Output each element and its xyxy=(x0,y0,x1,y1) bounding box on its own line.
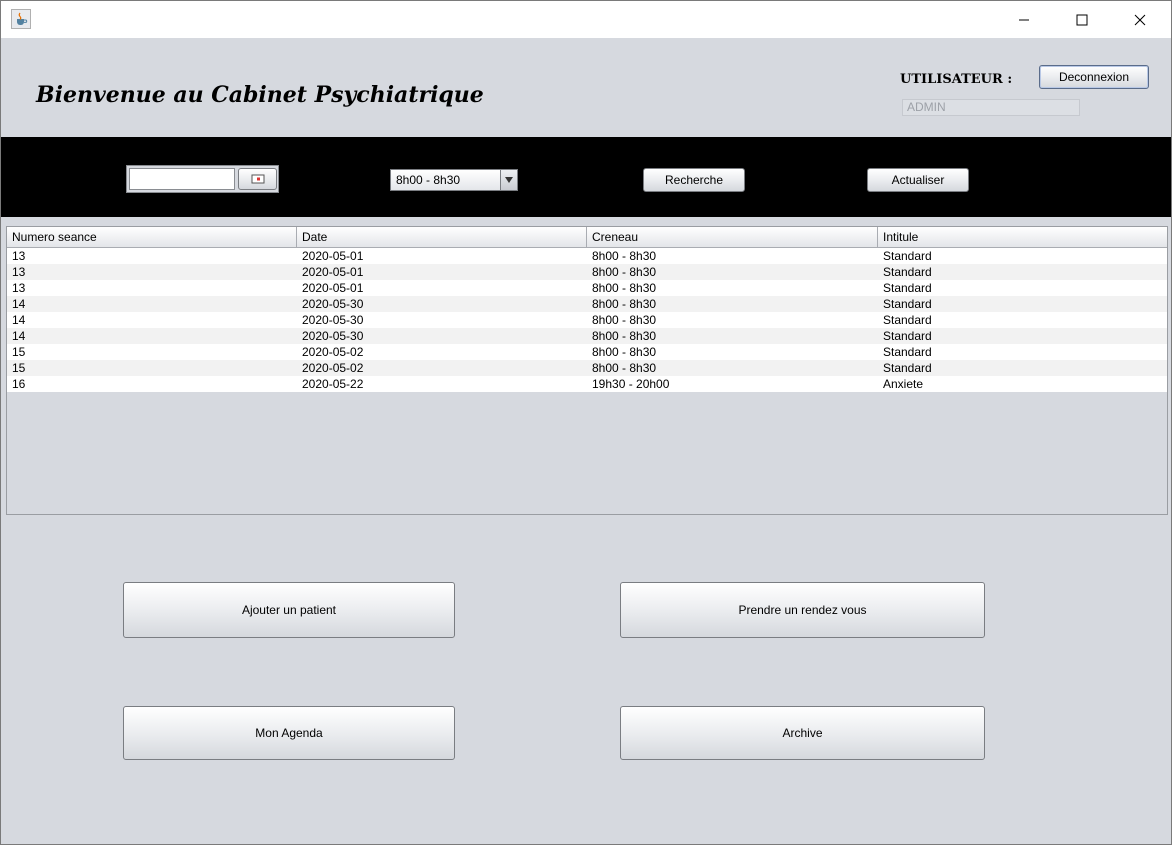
maximize-icon xyxy=(1076,14,1088,25)
date-input[interactable] xyxy=(129,168,235,190)
logout-button[interactable]: Deconnexion xyxy=(1039,65,1149,89)
refresh-button[interactable]: Actualiser xyxy=(867,168,969,192)
table-cell: 2020-05-01 xyxy=(302,249,364,263)
table-cell: Standard xyxy=(883,345,932,359)
table-cell: 16 xyxy=(12,377,26,391)
time-slot-select[interactable]: 8h00 - 8h30 xyxy=(390,169,518,191)
table-cell: 2020-05-30 xyxy=(302,313,364,327)
table-cell: Anxiete xyxy=(883,377,924,391)
sessions-table[interactable]: Numero seance Date Creneau Intitule 13 2… xyxy=(6,226,1168,515)
table-cell: 2020-05-01 xyxy=(302,281,364,295)
appointment-button[interactable]: Prendre un rendez vous xyxy=(620,582,985,638)
title-bar xyxy=(1,1,1171,38)
table-cell: 15 xyxy=(12,345,26,359)
table-cell: Standard xyxy=(883,249,932,263)
minimize-button[interactable] xyxy=(995,1,1053,38)
table-cell: 8h00 - 8h30 xyxy=(592,265,657,279)
table-cell: 8h00 - 8h30 xyxy=(592,361,657,375)
calendar-icon xyxy=(251,174,264,184)
date-picker xyxy=(126,165,279,193)
table-cell: 2020-05-02 xyxy=(302,361,364,375)
table-cell: Standard xyxy=(883,281,932,295)
agenda-button[interactable]: Mon Agenda xyxy=(123,706,455,760)
table-cell: Standard xyxy=(883,329,932,343)
table-cell: 8h00 - 8h30 xyxy=(592,345,657,359)
column-header[interactable]: Numero seance xyxy=(7,227,297,248)
search-button[interactable]: Recherche xyxy=(643,168,745,192)
table-row[interactable]: 13 2020-05-01 8h00 - 8h30 Standard xyxy=(7,280,1167,296)
time-slot-value: 8h00 - 8h30 xyxy=(396,173,461,187)
table-cell: 15 xyxy=(12,361,26,375)
close-icon xyxy=(1134,14,1146,25)
table-cell: 13 xyxy=(12,281,26,295)
user-field: ADMIN xyxy=(902,99,1080,116)
column-header[interactable]: Intitule xyxy=(878,227,1167,248)
table-cell: Standard xyxy=(883,297,932,311)
table-cell: Standard xyxy=(883,265,932,279)
maximize-button[interactable] xyxy=(1053,1,1111,38)
table-cell: 19h30 - 20h00 xyxy=(592,377,670,391)
archive-button[interactable]: Archive xyxy=(620,706,985,760)
table-row[interactable]: 15 2020-05-02 8h00 - 8h30 Standard xyxy=(7,344,1167,360)
table-row[interactable]: 15 2020-05-02 8h00 - 8h30 Standard xyxy=(7,360,1167,376)
user-label: UTILISATEUR : xyxy=(900,72,1013,87)
table-cell: 8h00 - 8h30 xyxy=(592,313,657,327)
minimize-icon xyxy=(1019,19,1029,20)
table-row[interactable]: 14 2020-05-30 8h00 - 8h30 Standard xyxy=(7,328,1167,344)
search-toolbar: 8h00 - 8h30 Recherche Actualiser xyxy=(1,137,1171,217)
main-window: Bienvenue au Cabinet Psychiatrique UTILI… xyxy=(0,0,1172,845)
add-patient-button[interactable]: Ajouter un patient xyxy=(123,582,455,638)
close-button[interactable] xyxy=(1111,1,1169,38)
table-cell: 2020-05-30 xyxy=(302,329,364,343)
header: Bienvenue au Cabinet Psychiatrique UTILI… xyxy=(1,38,1171,137)
table-cell: 13 xyxy=(12,265,26,279)
table-cell: 2020-05-02 xyxy=(302,345,364,359)
table-cell: Standard xyxy=(883,313,932,327)
table-row[interactable]: 14 2020-05-30 8h00 - 8h30 Standard xyxy=(7,312,1167,328)
column-header[interactable]: Date xyxy=(297,227,587,248)
date-picker-button[interactable] xyxy=(238,168,277,190)
table-cell: Standard xyxy=(883,361,932,375)
column-header[interactable]: Creneau xyxy=(587,227,878,248)
table-row[interactable]: 13 2020-05-01 8h00 - 8h30 Standard xyxy=(7,248,1167,264)
java-cup-icon[interactable] xyxy=(11,9,31,29)
table-row[interactable]: 16 2020-05-22 19h30 - 20h00 Anxiete xyxy=(7,376,1167,392)
table-row[interactable]: 13 2020-05-01 8h00 - 8h30 Standard xyxy=(7,264,1167,280)
table-cell: 13 xyxy=(12,249,26,263)
table-header: Numero seance Date Creneau Intitule xyxy=(7,227,1167,248)
table-cell: 2020-05-22 xyxy=(302,377,364,391)
table-body: 13 2020-05-01 8h00 - 8h30 Standard 13 20… xyxy=(7,248,1167,392)
table-cell: 8h00 - 8h30 xyxy=(592,329,657,343)
table-cell: 14 xyxy=(12,313,26,327)
table-cell: 14 xyxy=(12,329,26,343)
table-cell: 14 xyxy=(12,297,26,311)
table-cell: 2020-05-30 xyxy=(302,297,364,311)
page-title: Bienvenue au Cabinet Psychiatrique xyxy=(36,82,484,108)
table-cell: 8h00 - 8h30 xyxy=(592,249,657,263)
table-cell: 8h00 - 8h30 xyxy=(592,297,657,311)
table-cell: 2020-05-01 xyxy=(302,265,364,279)
table-cell: 8h00 - 8h30 xyxy=(592,281,657,295)
table-row[interactable]: 14 2020-05-30 8h00 - 8h30 Standard xyxy=(7,296,1167,312)
triangle-down-icon[interactable] xyxy=(500,170,517,190)
